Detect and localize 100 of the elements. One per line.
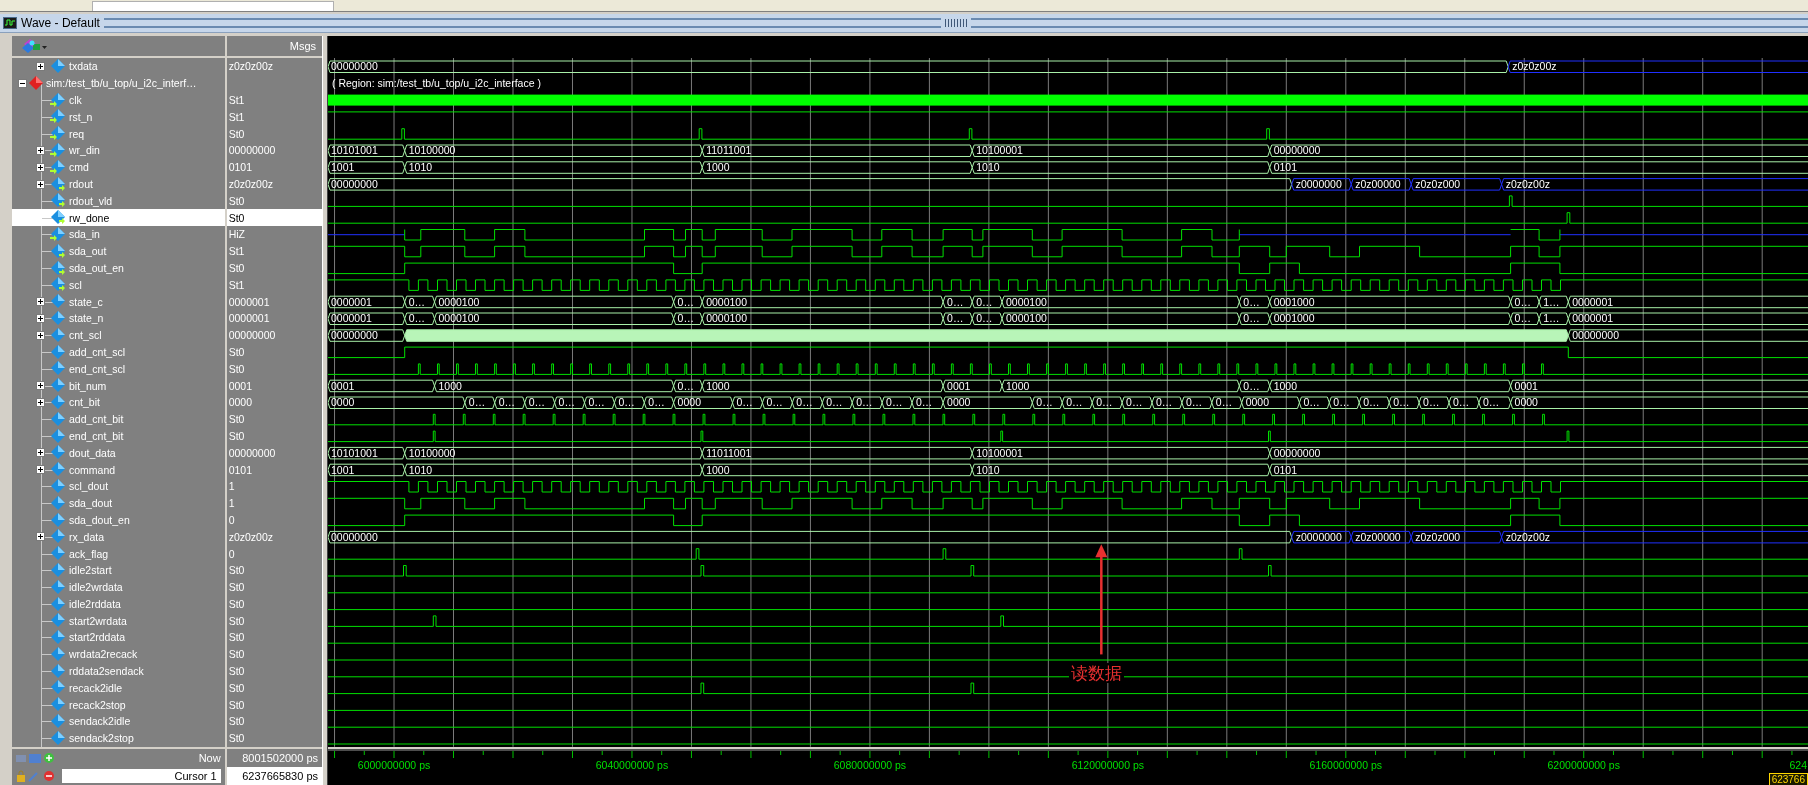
bus-value: 0… <box>468 396 486 409</box>
bus-value: 1000 <box>706 161 730 174</box>
signal-row[interactable]: sim:/test_tb/u_top/u_i2c_interf… <box>12 74 225 92</box>
bus-value: 1010 <box>976 463 1000 476</box>
signal-value: St1 <box>228 110 245 123</box>
signal-name: idle2wrdata <box>69 581 123 594</box>
signal-row[interactable]: scl <box>12 276 225 294</box>
signal-row[interactable]: sda_out <box>12 242 225 260</box>
signal-row[interactable]: start2wrdata <box>12 612 225 630</box>
signal-row[interactable]: cnt_scl <box>12 326 225 344</box>
signal-row[interactable]: rst_n <box>12 108 225 126</box>
signal-row[interactable]: sda_in <box>12 225 225 243</box>
signal-row[interactable]: wrdata2recack <box>12 645 225 663</box>
signal-row[interactable]: sda_dout_en <box>12 511 225 529</box>
cursor-tool-icons[interactable] <box>16 769 56 782</box>
signal-add-icon[interactable] <box>22 38 48 54</box>
expand-toggle[interactable] <box>36 297 45 307</box>
signal-row[interactable]: rdout <box>12 175 225 193</box>
signal-value: 0001 <box>228 379 252 392</box>
expand-toggle[interactable] <box>36 448 45 458</box>
signal-row[interactable]: rx_data <box>12 528 225 546</box>
cursor-flag[interactable]: 623766 <box>1768 772 1808 785</box>
bus-value: z0z0z00z <box>1505 530 1550 543</box>
expand-toggle[interactable] <box>36 330 45 340</box>
signal-value: St0 <box>228 631 245 644</box>
signal-row[interactable]: sda_out_en <box>12 259 225 277</box>
expand-toggle[interactable] <box>36 162 45 172</box>
signal-row[interactable]: rddata2sendack <box>12 662 225 680</box>
signal-value: St0 <box>228 597 245 610</box>
annotation-text: 读数据 <box>1069 662 1125 683</box>
bus-value: 0000100 <box>706 295 748 308</box>
signal-name: idle2rddata <box>69 597 121 610</box>
expand-toggle[interactable] <box>18 78 27 88</box>
signal-row[interactable]: req <box>12 125 225 142</box>
signal-row[interactable]: idle2wrdata <box>12 578 225 596</box>
bus-value: 0… <box>1126 396 1143 409</box>
signal-row[interactable]: wr_din <box>12 142 225 159</box>
signal-row[interactable]: recack2stop <box>12 696 225 714</box>
signal-row[interactable]: add_cnt_scl <box>12 343 225 361</box>
signal-name: state_c <box>69 295 103 308</box>
bus-value: 1000 <box>438 379 462 392</box>
expand-toggle[interactable] <box>36 532 45 542</box>
signal-row[interactable]: add_cnt_bit <box>12 410 225 428</box>
signal-row[interactable]: recack2idle <box>12 679 225 697</box>
signal-name: add_cnt_scl <box>69 345 126 358</box>
signal-row[interactable]: command <box>12 461 225 478</box>
signal-row[interactable]: sendack2idle <box>12 713 225 730</box>
bus-value: z0z0z000 <box>1415 530 1461 543</box>
signal-value: 1 <box>228 480 235 493</box>
bus-value: z0z0z00z <box>1505 177 1550 190</box>
bus-value: 1… <box>1543 295 1560 308</box>
bus-value: 0… <box>1156 396 1173 409</box>
input-field[interactable] <box>92 1 334 11</box>
bus-value: 0000100 <box>438 295 480 308</box>
signal-row[interactable]: start2rddata <box>12 629 225 646</box>
expand-toggle[interactable] <box>36 397 45 407</box>
signal-row[interactable]: cmd <box>12 158 225 176</box>
expand-toggle[interactable] <box>36 146 45 155</box>
signal-row[interactable]: rw_done <box>12 209 225 226</box>
toolbar-icons[interactable] <box>16 751 56 764</box>
expand-toggle[interactable] <box>36 179 45 189</box>
bus-value: 0… <box>558 396 575 409</box>
signal-row[interactable]: clk <box>12 91 225 109</box>
signal-name: sendack2idle <box>69 715 131 728</box>
signal-row[interactable]: idle2rddata <box>12 595 225 613</box>
signal-row[interactable]: scl_dout <box>12 477 225 495</box>
bus-value: 00000000 <box>331 530 378 543</box>
signal-row[interactable]: sendack2stop <box>12 729 225 747</box>
signal-value: St0 <box>228 648 245 661</box>
bus-value: 0000001 <box>331 295 372 308</box>
cursor-name-field[interactable]: Cursor 1 <box>62 768 221 783</box>
expand-toggle[interactable] <box>36 465 45 475</box>
signal-row[interactable]: idle2start <box>12 561 225 579</box>
signal-row[interactable]: rdout_vld <box>12 192 225 210</box>
signal-row[interactable]: cnt_bit <box>12 393 225 411</box>
signal-row[interactable]: ack_flag <box>12 545 225 562</box>
expand-toggle[interactable] <box>36 313 45 323</box>
signal-row[interactable]: dout_data <box>12 444 225 462</box>
signal-row[interactable]: txdata <box>12 58 225 75</box>
signal-value: St1 <box>228 94 245 106</box>
signal-row[interactable]: end_cnt_bit <box>12 427 225 445</box>
expand-toggle[interactable] <box>36 62 45 71</box>
signal-row[interactable]: bit_num <box>12 377 225 394</box>
bus-value: 0000100 <box>438 312 480 325</box>
signal-row[interactable]: sda_dout <box>12 494 225 512</box>
signal-value: 0 <box>228 513 235 526</box>
bus-value: 0… <box>1243 295 1260 308</box>
expand-toggle[interactable] <box>36 381 45 391</box>
bus-value: 0000100 <box>1005 312 1047 325</box>
bus-value: 0… <box>677 379 694 392</box>
signal-value: z0z0z00z <box>228 60 273 73</box>
bus-value: 0001 <box>947 379 971 392</box>
bus-value: 00000000 <box>331 60 378 73</box>
bus-value: 1… <box>1543 312 1560 325</box>
signal-name: scl <box>69 278 82 291</box>
signal-row[interactable]: state_n <box>12 309 225 327</box>
bus-value: 0… <box>886 396 903 409</box>
signal-row[interactable]: state_c <box>12 293 225 310</box>
signal-row[interactable]: end_cnt_scl <box>12 360 225 378</box>
bus-value: 0001000 <box>1273 295 1315 308</box>
